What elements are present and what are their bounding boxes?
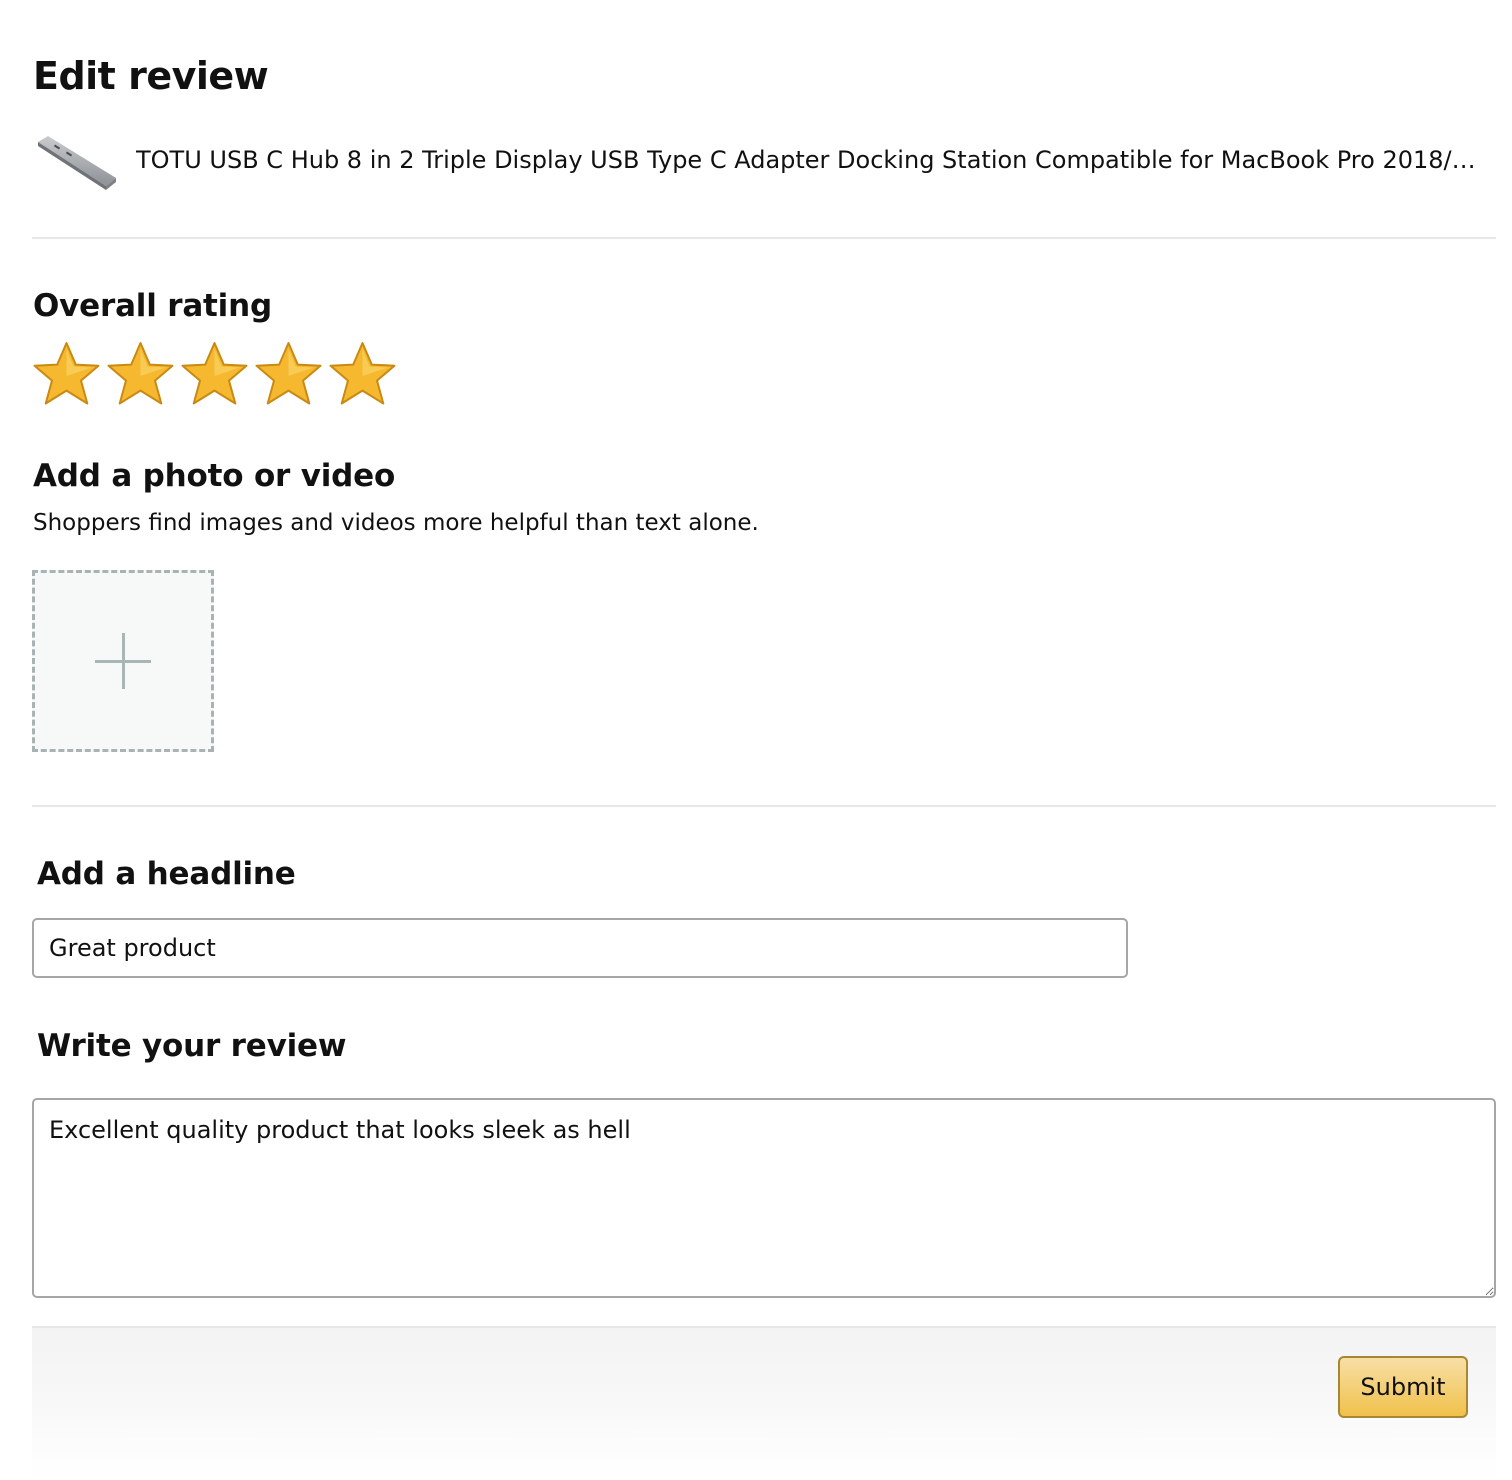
- star-icon[interactable]: [32, 340, 101, 408]
- star-icon[interactable]: [328, 340, 397, 408]
- plus-icon: [95, 633, 151, 689]
- review-heading: Write your review: [37, 1028, 347, 1064]
- headline-heading: Add a headline: [37, 856, 296, 892]
- review-textarea[interactable]: Excellent quality product that looks sle…: [32, 1098, 1496, 1298]
- submit-button[interactable]: Submit: [1338, 1356, 1468, 1418]
- star-icon[interactable]: [106, 340, 175, 408]
- product-row: TOTU USB C Hub 8 in 2 Triple Display USB…: [32, 124, 1496, 200]
- star-rating[interactable]: [32, 340, 397, 408]
- section-divider: [32, 805, 1496, 807]
- media-upload-button[interactable]: [32, 570, 214, 752]
- page-title: Edit review: [33, 54, 269, 98]
- add-media-subtitle: Shoppers find images and videos more hel…: [33, 510, 759, 536]
- add-media-heading: Add a photo or video: [33, 458, 396, 494]
- form-footer: Submit: [32, 1326, 1496, 1480]
- star-icon[interactable]: [254, 340, 323, 408]
- headline-input[interactable]: [32, 918, 1128, 978]
- product-thumbnail-icon: [38, 136, 116, 190]
- edit-review-page: Edit review TOTU USB C Hub 8 in 2 Triple…: [32, 0, 1496, 1480]
- star-icon[interactable]: [180, 340, 249, 408]
- product-name[interactable]: TOTU USB C Hub 8 in 2 Triple Display USB…: [136, 142, 1476, 178]
- section-divider: [32, 237, 1496, 239]
- overall-rating-heading: Overall rating: [33, 288, 272, 324]
